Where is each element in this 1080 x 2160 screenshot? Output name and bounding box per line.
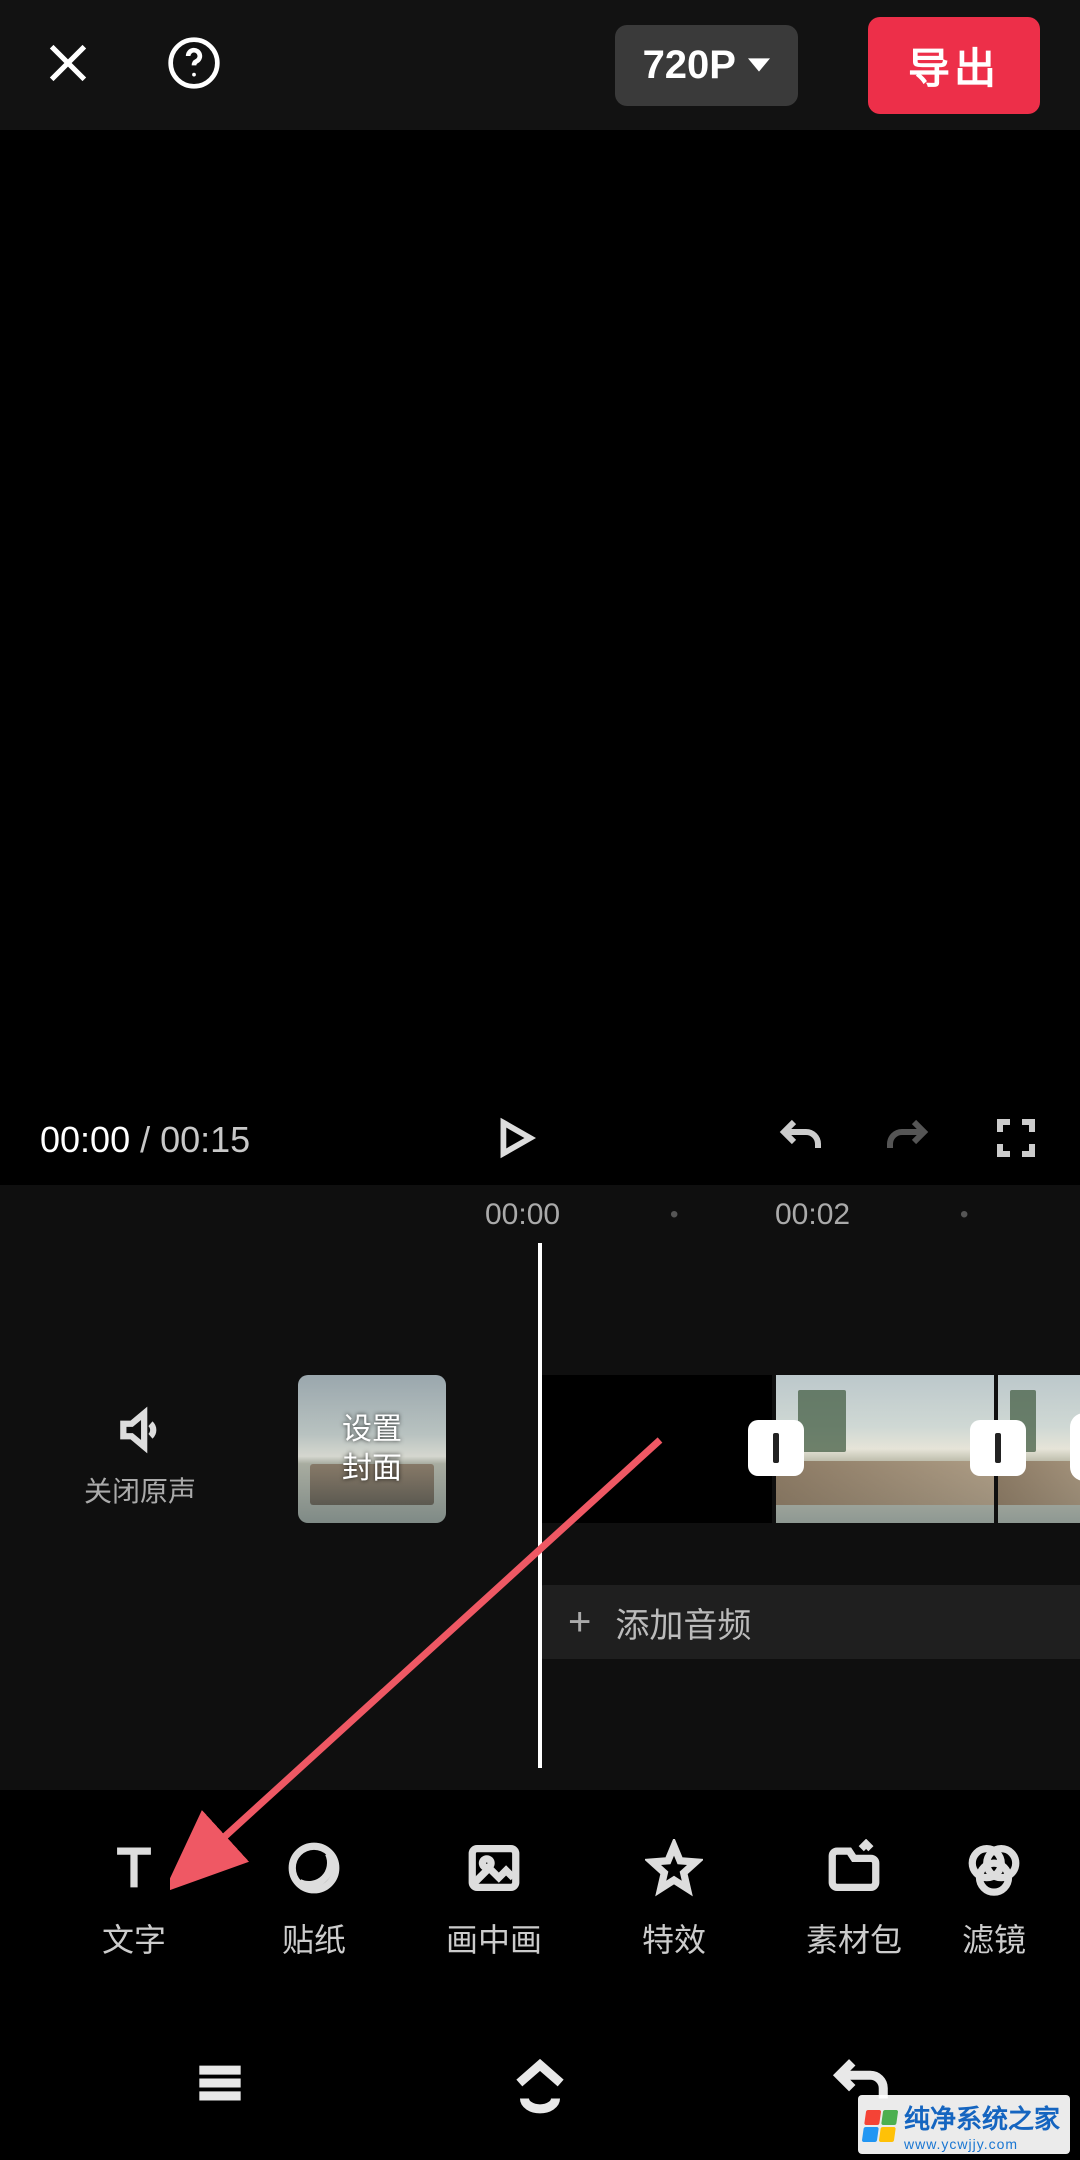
current-time: 00:00	[40, 1119, 130, 1160]
transition-button[interactable]	[748, 1420, 804, 1476]
mute-original-sound[interactable]: 关闭原声	[0, 1405, 280, 1510]
tool-pip[interactable]: 画中画	[404, 1839, 584, 1961]
ruler-tick: 00:02	[775, 1198, 850, 1232]
nav-menu-icon[interactable]	[189, 2052, 251, 2119]
fullscreen-icon[interactable]	[992, 1114, 1040, 1167]
timeline[interactable]: 00:00 • 00:02 • 关闭原声 设置 封面 + + 添加音频	[0, 1185, 1080, 1790]
time-ruler: 00:00 • 00:02 •	[0, 1185, 1080, 1245]
resolution-button[interactable]: 720P	[615, 25, 798, 106]
tool-label: 滤镜	[962, 1915, 1026, 1961]
tool-label: 特效	[642, 1915, 706, 1961]
plus-icon: +	[568, 1600, 591, 1645]
tool-sticker[interactable]: 贴纸	[224, 1839, 404, 1961]
add-audio-label: 添加音频	[615, 1598, 751, 1647]
video-preview[interactable]	[0, 130, 1080, 1080]
filter-icon	[965, 1839, 1023, 1897]
watermark-logo-icon	[862, 2110, 898, 2142]
transition-button[interactable]	[970, 1420, 1026, 1476]
sticker-icon	[285, 1839, 343, 1897]
folder-icon	[825, 1839, 883, 1897]
tool-label: 贴纸	[282, 1915, 346, 1961]
mute-label: 关闭原声	[0, 1470, 280, 1510]
tool-filter[interactable]: 滤镜	[944, 1839, 1044, 1961]
ruler-dot: •	[670, 1201, 678, 1229]
export-button[interactable]: 导出	[868, 17, 1040, 114]
image-icon	[465, 1839, 523, 1897]
watermark: 纯净系统之家 www.ycwjjy.com	[858, 2095, 1070, 2154]
watermark-brand: 纯净系统之家	[904, 2104, 1060, 2134]
close-icon[interactable]	[40, 35, 96, 96]
cover-label: 设置 封面	[342, 1410, 402, 1488]
tool-pack[interactable]: 素材包	[764, 1839, 944, 1961]
total-time: 00:15	[160, 1119, 250, 1160]
tool-label: 文字	[102, 1915, 166, 1961]
resolution-label: 720P	[643, 43, 736, 88]
video-clip[interactable]	[776, 1375, 994, 1523]
play-bar: 00:00 / 00:15	[0, 1095, 1080, 1185]
speaker-icon	[115, 1405, 165, 1455]
ruler-dot: •	[960, 1201, 968, 1229]
preview-canvas	[110, 135, 970, 1075]
add-audio-button[interactable]: + 添加音频	[540, 1585, 1080, 1659]
text-icon	[105, 1839, 163, 1897]
export-label: 导出	[908, 45, 1000, 92]
star-icon	[645, 1839, 703, 1897]
video-clip[interactable]	[540, 1375, 772, 1523]
redo-icon	[884, 1114, 932, 1167]
tool-text[interactable]: 文字	[44, 1839, 224, 1961]
toolbar: 文字 贴纸 画中画 特效 素材包 滤镜	[0, 1790, 1080, 2010]
watermark-url: www.ycwjjy.com	[904, 2136, 1060, 2152]
tool-effect[interactable]: 特效	[584, 1839, 764, 1961]
play-icon[interactable]	[490, 1115, 536, 1166]
tool-label: 素材包	[806, 1915, 902, 1961]
set-cover-button[interactable]: 设置 封面	[298, 1375, 446, 1523]
playhead[interactable]	[538, 1243, 542, 1768]
chevron-down-icon	[748, 54, 770, 76]
tool-label: 画中画	[446, 1915, 542, 1961]
help-icon[interactable]	[166, 35, 222, 96]
undo-icon[interactable]	[776, 1114, 824, 1167]
time-display: 00:00 / 00:15	[40, 1119, 250, 1161]
nav-home-icon[interactable]	[509, 2052, 571, 2119]
header-bar: 720P 导出	[0, 0, 1080, 130]
add-clip-button[interactable]: +	[1070, 1413, 1080, 1481]
ruler-tick: 00:00	[485, 1198, 560, 1232]
